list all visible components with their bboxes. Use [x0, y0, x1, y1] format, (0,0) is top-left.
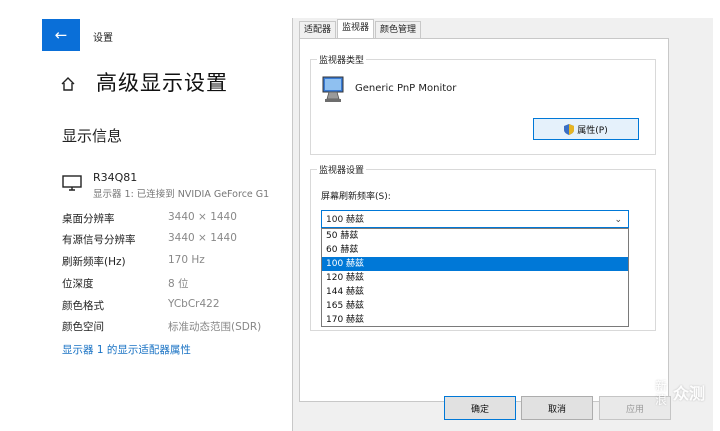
watermark: 新 浪 众测 [655, 379, 715, 415]
info-label: 颜色空间 [62, 321, 104, 333]
cancel-button[interactable]: 取消 [521, 396, 593, 420]
section-title: 显示信息 [62, 127, 123, 145]
settings-window: ← 设置 高级显示设置 显示信息 R34Q81 显示器 1: 已连接到 NVID… [0, 0, 292, 431]
info-label: 位深度 [62, 278, 94, 290]
info-label: 颜色格式 [62, 300, 104, 312]
monitor-name: R34Q81 [93, 171, 138, 184]
page-title: 高级显示设置 [96, 71, 228, 95]
properties-button[interactable]: 属性(P) [533, 118, 639, 140]
watermark-brand: 众测 [673, 384, 706, 403]
tab-monitor[interactable]: 监视器 [337, 19, 375, 40]
uac-shield-icon [564, 123, 575, 135]
info-value: YCbCr422 [168, 298, 220, 310]
info-label: 刷新频率(Hz) [62, 256, 126, 268]
refresh-rate-option[interactable]: 170 赫兹 [322, 313, 628, 327]
info-value: 170 Hz [168, 254, 205, 266]
monitor-model: Generic PnP Monitor [355, 83, 457, 94]
refresh-rate-value: 100 赫兹 [326, 215, 365, 225]
monitor-icon [62, 175, 82, 191]
watermark-char: 浪 [655, 393, 668, 407]
info-label: 桌面分辨率 [62, 213, 115, 225]
monitor-settings-label: 监视器设置 [317, 163, 367, 176]
refresh-rate-option[interactable]: 165 赫兹 [322, 299, 628, 313]
monitor-properties-dialog: 适配器 监视器 颜色管理 监视器类型 Generic PnP Monitor 属… [292, 18, 713, 431]
monitor-settings-group: 监视器设置 屏幕刷新频率(S): 100 赫兹 ⌄ 50 赫兹 60 赫兹 10… [310, 163, 656, 331]
tab-color-management[interactable]: 颜色管理 [375, 21, 422, 39]
refresh-rate-option[interactable]: 144 赫兹 [322, 285, 628, 299]
properties-button-label: 属性(P) [577, 125, 608, 136]
info-label: 有源信号分辨率 [62, 234, 136, 246]
monitor-type-group: 监视器类型 Generic PnP Monitor 属性(P) [310, 53, 656, 155]
refresh-rate-select[interactable]: 100 赫兹 ⌄ [321, 210, 629, 228]
refresh-rate-dropdown: 50 赫兹 60 赫兹 100 赫兹 120 赫兹 144 赫兹 165 赫兹 … [321, 228, 629, 327]
back-arrow-icon: ← [54, 26, 68, 44]
ok-button[interactable]: 确定 [444, 396, 516, 420]
monitor-tab-panel: 监视器类型 Generic PnP Monitor 属性(P) 监视器设置 屏幕… [299, 38, 669, 402]
refresh-rate-option-selected[interactable]: 100 赫兹 [322, 257, 628, 271]
monitor-type-label: 监视器类型 [317, 53, 367, 66]
back-button[interactable]: ← [42, 19, 80, 51]
refresh-rate-option[interactable]: 50 赫兹 [322, 229, 628, 243]
chevron-down-icon: ⌄ [614, 215, 622, 225]
watermark-char: 新 [655, 379, 668, 393]
info-value: 3440 × 1440 [168, 232, 237, 244]
info-value: 标准动态范围(SDR) [168, 321, 262, 333]
refresh-rate-option[interactable]: 60 赫兹 [322, 243, 628, 257]
home-icon [61, 77, 75, 91]
info-value: 8 位 [168, 278, 189, 290]
info-value: 3440 × 1440 [168, 211, 237, 223]
adapter-properties-link[interactable]: 显示器 1 的显示适配器属性 [62, 342, 191, 357]
tab-adapter[interactable]: 适配器 [299, 21, 337, 39]
refresh-rate-option[interactable]: 120 赫兹 [322, 271, 628, 285]
monitor-connection: 显示器 1: 已连接到 NVIDIA GeForce G1 [93, 189, 270, 200]
app-title: 设置 [93, 33, 113, 44]
refresh-rate-label: 屏幕刷新频率(S): [321, 192, 391, 202]
monitor-device-icon [322, 76, 344, 102]
